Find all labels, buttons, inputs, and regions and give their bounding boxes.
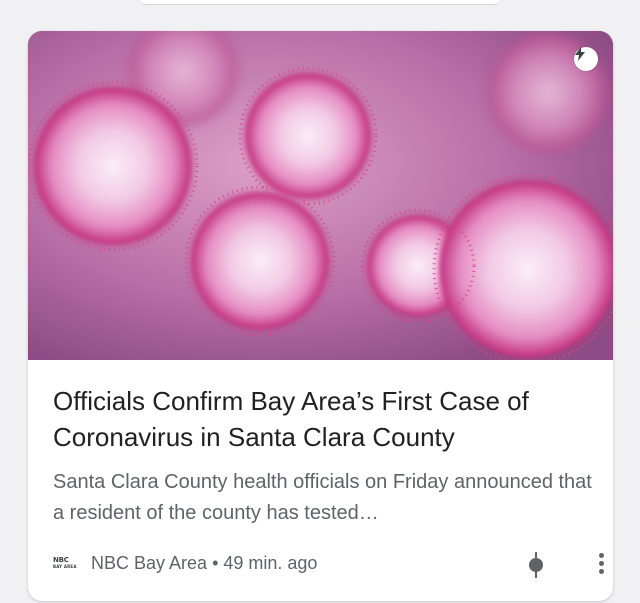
article-headline[interactable]: Officials Confirm Bay Area’s First Case …: [53, 383, 598, 455]
nbc-logo-icon: NBC BAY AREA: [53, 556, 77, 570]
source-name[interactable]: NBC Bay Area: [91, 553, 207, 574]
more-vert-icon[interactable]: [597, 553, 605, 577]
article-snippet: Santa Clara County health officials on F…: [53, 471, 592, 524]
previous-card-edge: [140, 0, 500, 5]
focus-dot-icon[interactable]: [525, 551, 547, 579]
article-image[interactable]: [28, 31, 613, 360]
card-actions: [493, 551, 613, 579]
coronavirus-illustration: [28, 31, 613, 360]
publish-time: 49 min. ago: [223, 552, 318, 573]
amp-lightning-icon: [574, 47, 598, 71]
news-card[interactable]: Officials Confirm Bay Area’s First Case …: [28, 31, 613, 601]
meta-separator: •: [212, 552, 219, 573]
